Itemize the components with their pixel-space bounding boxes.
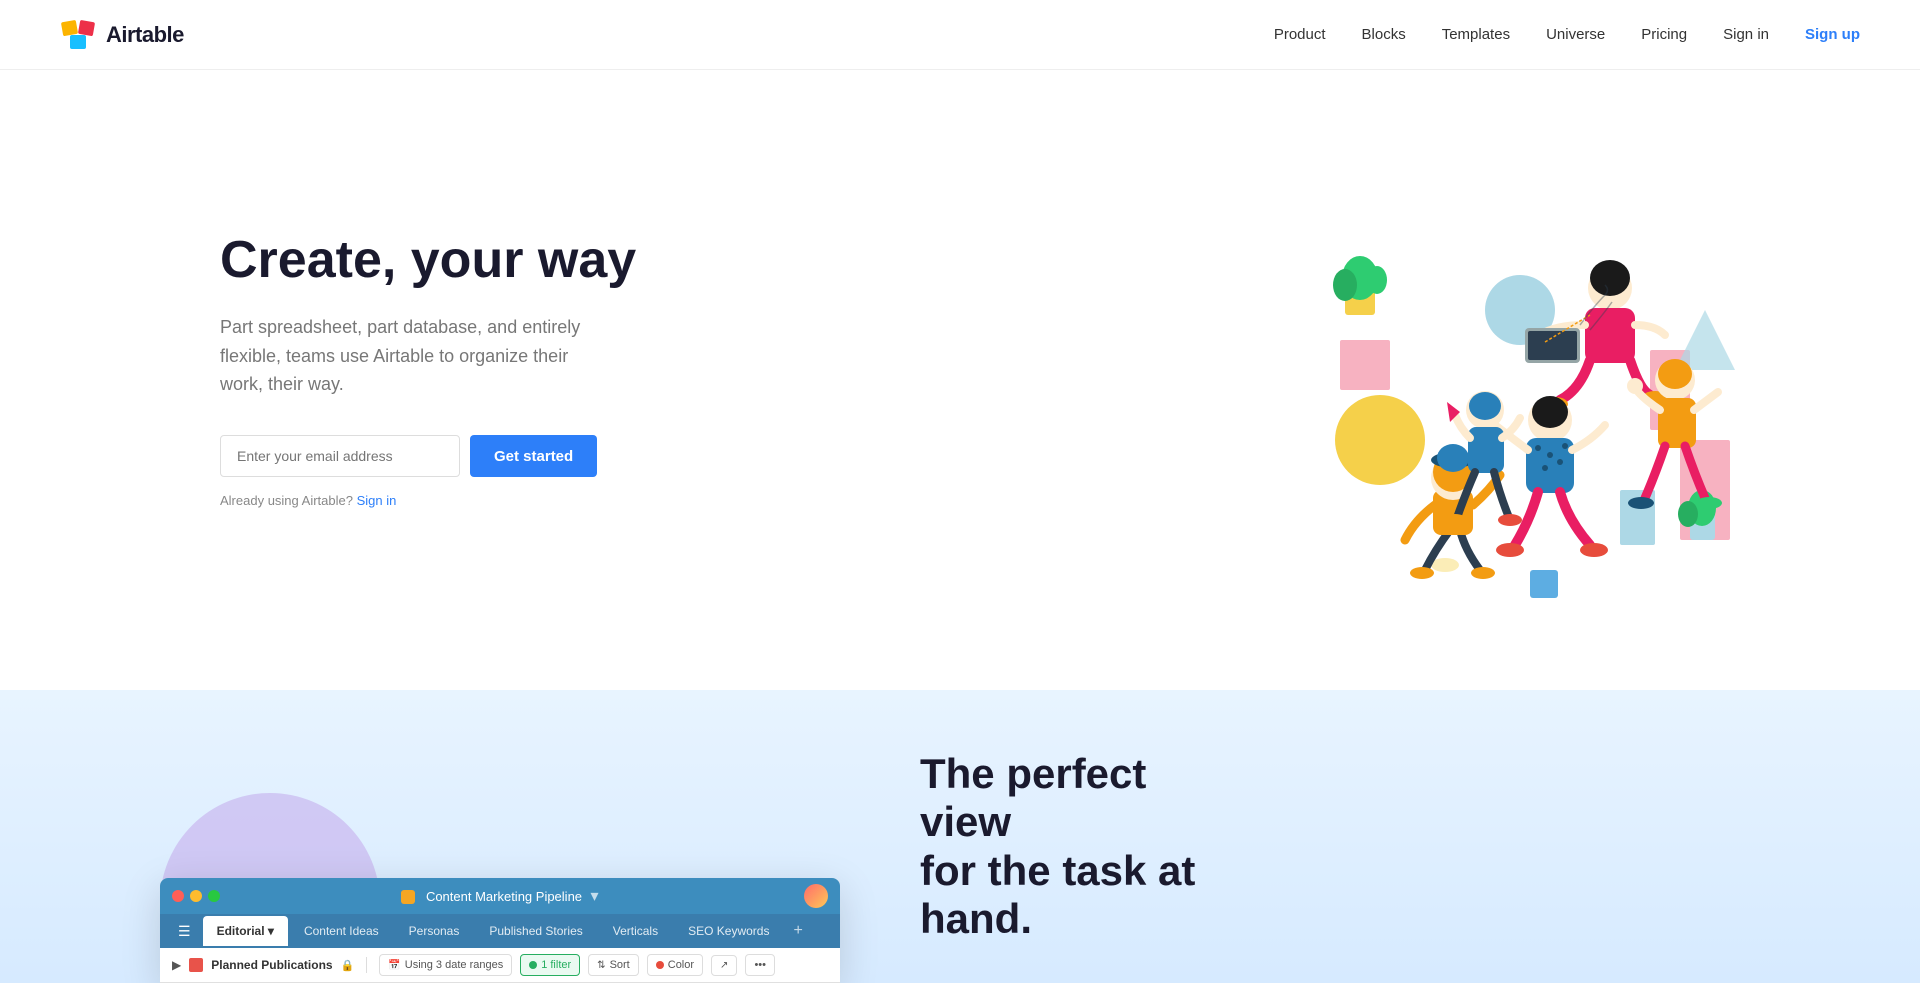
- nav-pricing[interactable]: Pricing: [1641, 26, 1687, 43]
- logo-icon: [60, 17, 96, 53]
- get-started-button[interactable]: Get started: [470, 435, 597, 477]
- menu-icon[interactable]: ☰: [168, 915, 201, 948]
- tab-verticals[interactable]: Verticals: [599, 916, 672, 946]
- app-titlebar: Content Marketing Pipeline ▾: [160, 878, 840, 914]
- expand-icon[interactable]: ▶: [172, 958, 181, 972]
- email-cta-row: Get started: [220, 435, 636, 477]
- filter-dot: [529, 961, 537, 969]
- app-title: Content Marketing Pipeline ▾: [401, 886, 598, 906]
- tab-editorial[interactable]: Editorial ▾: [203, 916, 288, 946]
- tab-personas[interactable]: Personas: [395, 916, 474, 946]
- hero-illustration: [1160, 130, 1860, 610]
- sign-in-link[interactable]: Sign in: [357, 493, 397, 508]
- more-icon: •••: [754, 959, 766, 971]
- nav-signin[interactable]: Sign in: [1723, 26, 1769, 43]
- illustration-svg: [1250, 130, 1770, 610]
- logo-text: Airtable: [106, 22, 184, 48]
- app-toolbar: ▶ Planned Publications 🔒 📅 Using 3 date …: [160, 948, 840, 983]
- email-input[interactable]: [220, 435, 460, 477]
- date-range-filter[interactable]: 📅 Using 3 date ranges: [379, 954, 512, 976]
- more-button[interactable]: •••: [745, 954, 775, 976]
- app-title-icon: [401, 890, 415, 904]
- view-type-icon: [189, 958, 203, 972]
- tab-seo-keywords[interactable]: SEO Keywords: [674, 916, 783, 946]
- maximize-button[interactable]: [208, 890, 220, 902]
- hero-section: Create, your way Part spreadsheet, part …: [0, 70, 1920, 690]
- hero-subtitle: Part spreadsheet, part database, and ent…: [220, 313, 600, 399]
- filter-button[interactable]: 1 filter: [520, 954, 580, 976]
- color-button[interactable]: Color: [647, 954, 703, 976]
- color-dot: [656, 961, 664, 969]
- nav-product[interactable]: Product: [1274, 26, 1326, 43]
- minimize-button[interactable]: [190, 890, 202, 902]
- calendar-icon: 📅: [388, 960, 400, 971]
- nav-blocks[interactable]: Blocks: [1362, 26, 1406, 43]
- app-tabs: ☰ Editorial ▾ Content Ideas Personas Pub…: [160, 914, 840, 948]
- navbar: Airtable Product Blocks Templates Univer…: [0, 0, 1920, 70]
- nav-links: Product Blocks Templates Universe Pricin…: [1274, 26, 1860, 43]
- window-controls: [172, 890, 220, 902]
- already-text: Already using Airtable? Sign in: [220, 493, 636, 508]
- share-button[interactable]: ↗: [711, 955, 737, 976]
- view-lock-icon: 🔒: [341, 959, 355, 972]
- user-avatar[interactable]: [804, 884, 828, 908]
- add-tab-button[interactable]: +: [785, 914, 810, 948]
- hero-title: Create, your way: [220, 232, 636, 289]
- bottom-text: The perfect view for the task at hand.: [920, 750, 1220, 983]
- separator: [366, 957, 367, 973]
- sort-icon: ⇅: [597, 960, 605, 971]
- hero-left: Create, your way Part spreadsheet, part …: [220, 232, 636, 509]
- logo[interactable]: Airtable: [60, 17, 184, 53]
- view-label: Planned Publications: [211, 958, 332, 972]
- nav-universe[interactable]: Universe: [1546, 26, 1605, 43]
- share-icon: ↗: [720, 960, 728, 971]
- app-window: Content Marketing Pipeline ▾ ☰ Editorial…: [160, 878, 840, 983]
- tab-content-ideas[interactable]: Content Ideas: [290, 916, 393, 946]
- app-screenshot: Content Marketing Pipeline ▾ ☰ Editorial…: [160, 878, 840, 983]
- bottom-heading: The perfect view for the task at hand.: [920, 750, 1220, 943]
- tab-published-stories[interactable]: Published Stories: [475, 916, 596, 946]
- nav-signup[interactable]: Sign up: [1805, 26, 1860, 43]
- sort-button[interactable]: ⇅ Sort: [588, 954, 639, 976]
- bottom-section: Content Marketing Pipeline ▾ ☰ Editorial…: [0, 690, 1920, 983]
- close-button[interactable]: [172, 890, 184, 902]
- nav-templates[interactable]: Templates: [1442, 26, 1510, 43]
